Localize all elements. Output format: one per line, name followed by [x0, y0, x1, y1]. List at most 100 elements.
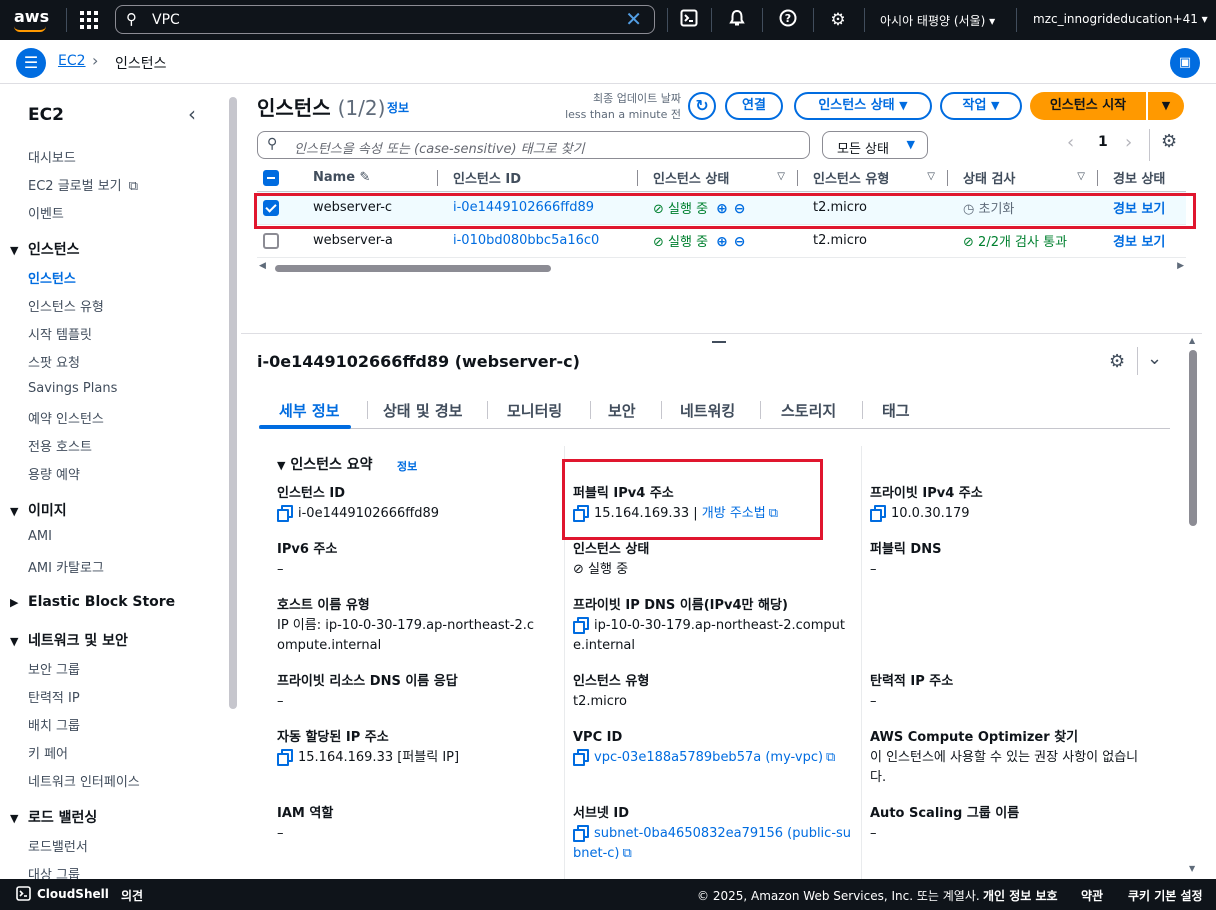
next-page-icon[interactable]: › [1125, 132, 1132, 153]
refresh-button[interactable]: ↻ [688, 92, 716, 120]
sidebar-item-dashboard[interactable]: 대시보드 [28, 147, 76, 166]
cloudshell-icon[interactable] [678, 9, 700, 31]
sidebar-item-events[interactable]: 이벤트 [28, 203, 64, 222]
account-menu[interactable]: mzc_innogrideducation+41 ▾ [1033, 12, 1208, 26]
zoom-in-icon[interactable]: ⊕ [716, 234, 728, 250]
sidebar-item-global-view[interactable]: EC2 글로벌 보기 ⧉ [28, 175, 138, 194]
aws-logo[interactable]: aws [14, 7, 49, 32]
side-panel-icon[interactable]: ▣ [1170, 48, 1200, 78]
sidebar-section-images[interactable]: ▼ 이미지 [10, 500, 67, 520]
tab-networking[interactable]: 네트워킹 [680, 400, 735, 421]
copy-icon[interactable] [870, 505, 886, 522]
sidebar-item-instances[interactable]: 인스턴스 [28, 268, 76, 287]
sidebar-item-reserved-instances[interactable]: 예약 인스턴스 [28, 408, 104, 427]
sidebar-scrollbar[interactable] [228, 85, 238, 879]
tab-details[interactable]: 세부 정보 [279, 400, 339, 421]
launch-dropdown-button[interactable]: ▼ [1148, 92, 1184, 120]
collapse-sidebar-icon[interactable]: ‹ [188, 102, 196, 126]
row-checkbox[interactable] [263, 232, 279, 249]
column-header-instance-state[interactable]: 인스턴스 상태 ▽ [637, 165, 797, 192]
gear-icon[interactable]: ⚙ [1109, 351, 1125, 372]
external-link-icon[interactable]: ⧉ [826, 750, 835, 765]
gear-icon[interactable]: ⚙ [827, 9, 849, 31]
subnet-link[interactable]: subnet-0ba4650832ea79156 (public-subnet-… [573, 826, 851, 861]
global-search-input[interactable]: ⚲ VPC ✕ [115, 5, 655, 34]
scroll-up-icon[interactable]: ▲ [1189, 336, 1195, 345]
bell-icon[interactable] [726, 9, 748, 31]
sidebar-section-load-balancing[interactable]: ▼ 로드 밸런싱 [10, 807, 97, 827]
terms-link[interactable]: 약관 [1081, 887, 1103, 904]
scroll-right-icon[interactable]: ▶ [1177, 261, 1184, 271]
connect-button[interactable]: 연결 [725, 92, 783, 120]
column-header-status-check[interactable]: 상태 검사 ▽ [947, 165, 1097, 192]
privacy-link[interactable]: 개인 정보 보호 [983, 887, 1058, 904]
details-scrollbar[interactable]: ▲ ▼ [1188, 336, 1198, 879]
sidebar-section-instances[interactable]: ▼ 인스턴스 [10, 239, 80, 259]
cookie-preferences-link[interactable]: 쿠키 기본 설정 [1128, 887, 1203, 904]
tab-tags[interactable]: 태그 [882, 400, 910, 421]
column-header-name[interactable]: Name ✎ [297, 165, 437, 192]
clear-icon[interactable]: ✕ [625, 7, 642, 31]
column-header-instance-type[interactable]: 인스턴스 유형 ▽ [797, 165, 947, 192]
sidebar-item-instance-types[interactable]: 인스턴스 유형 [28, 296, 104, 315]
info-link[interactable]: 정보 [397, 458, 417, 474]
chevron-down-icon[interactable]: ⌄ [1147, 348, 1162, 369]
state-filter-select[interactable]: 모든 상태 ▼ [822, 131, 928, 159]
table-preferences-gear-icon[interactable]: ⚙ [1161, 131, 1177, 152]
scroll-down-icon[interactable]: ▼ [1189, 864, 1195, 873]
sidebar-section-ebs[interactable]: ▶ Elastic Block Store [10, 594, 175, 610]
sidebar-section-network-security[interactable]: ▼ 네트워크 및 보안 [10, 630, 128, 650]
sidebar-item-elastic-ips[interactable]: 탄력적 IP [28, 687, 80, 706]
sidebar-item-ami[interactable]: AMI [28, 529, 52, 544]
services-grid-icon[interactable] [80, 11, 98, 29]
sidebar-item-network-interfaces[interactable]: 네트워크 인터페이스 [28, 771, 140, 790]
table-horizontal-scrollbar[interactable]: ◀ ▶ [257, 261, 1186, 275]
copy-icon[interactable] [277, 749, 293, 766]
vpc-link[interactable]: vpc-03e188a5789beb57a (my-vpc) [594, 750, 823, 765]
copy-icon[interactable] [573, 749, 589, 766]
sidebar-item-spot-requests[interactable]: 스팟 요청 [28, 352, 80, 371]
sidebar-item-dedicated-hosts[interactable]: 전용 호스트 [28, 436, 92, 455]
copy-icon[interactable] [277, 505, 293, 522]
launch-instance-button[interactable]: 인스턴스 시작 [1030, 92, 1146, 120]
scrollbar-thumb[interactable] [229, 97, 237, 709]
tab-monitoring[interactable]: 모니터링 [507, 400, 562, 421]
cloudshell-link[interactable]: CloudShell [37, 887, 109, 901]
actions-button[interactable]: 작업 ▼ [940, 92, 1022, 120]
breadcrumb-ec2[interactable]: EC2 [58, 53, 86, 69]
info-link[interactable]: 정보 [387, 99, 409, 116]
scroll-left-icon[interactable]: ◀ [259, 261, 266, 271]
scrollbar-thumb[interactable] [275, 265, 551, 272]
summary-section-header[interactable]: ▼ 인스턴스 요약 [277, 454, 373, 474]
page-number[interactable]: 1 [1098, 134, 1108, 150]
sidebar-item-savings-plans[interactable]: Savings Plans [28, 381, 117, 396]
region-selector[interactable]: 아시아 태평양 (서울) ▾ [880, 12, 995, 29]
sidebar-item-security-groups[interactable]: 보안 그룹 [28, 659, 80, 678]
select-all-checkbox[interactable] [257, 165, 297, 192]
instance-state-button[interactable]: 인스턴스 상태 ▼ [794, 92, 932, 120]
sidebar-item-load-balancers[interactable]: 로드밸런서 [28, 836, 88, 855]
sidebar-item-ami-catalog[interactable]: AMI 카탈로그 [28, 557, 104, 576]
tab-security[interactable]: 보안 [608, 400, 636, 421]
sidebar-item-placement-groups[interactable]: 배치 그룹 [28, 715, 80, 734]
cloudshell-icon[interactable] [16, 886, 31, 904]
sidebar-item-launch-templates[interactable]: 시작 템플릿 [28, 324, 92, 343]
sidebar-item-key-pairs[interactable]: 키 페어 [28, 743, 68, 762]
sidebar-item-target-groups[interactable]: 대상 그룹 [28, 864, 80, 879]
tab-status-alarms[interactable]: 상태 및 경보 [383, 400, 462, 421]
previous-page-icon[interactable]: ‹ [1067, 132, 1074, 153]
checkbox-indeterminate[interactable] [263, 169, 279, 186]
instance-filter-input[interactable]: ⚲ 인스턴스을 속성 또는 (case-sensitive) 태그로 찾기 [257, 131, 810, 159]
external-link-icon[interactable]: ⧉ [623, 846, 632, 861]
copy-icon[interactable] [573, 617, 589, 634]
scrollbar-thumb[interactable] [1189, 350, 1197, 526]
help-icon[interactable]: ? [777, 9, 799, 31]
sidebar-item-capacity-reservations[interactable]: 용량 예약 [28, 464, 80, 483]
column-header-instance-id[interactable]: 인스턴스 ID [437, 165, 637, 192]
copy-icon[interactable] [573, 825, 589, 842]
zoom-out-icon[interactable]: ⊖ [734, 234, 746, 250]
hamburger-menu-icon[interactable]: ☰ [16, 48, 46, 78]
feedback-link[interactable]: 의견 [121, 887, 143, 904]
tab-storage[interactable]: 스토리지 [781, 400, 836, 421]
column-header-alarm-status[interactable]: 경보 상태 [1097, 165, 1186, 192]
